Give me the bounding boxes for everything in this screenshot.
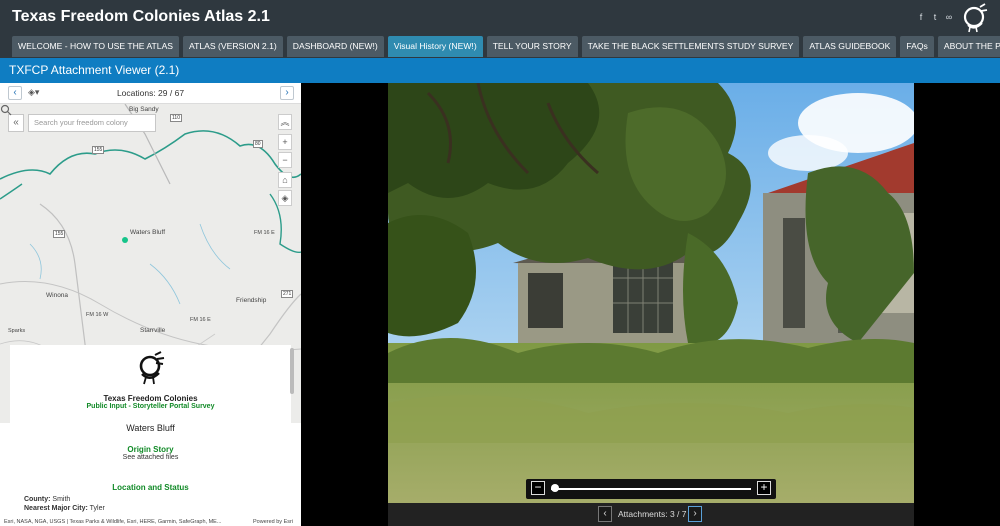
location-info-card: Texas Freedom Colonies Public Input - St… (10, 345, 291, 515)
tab-about[interactable]: ABOUT THE PROJECT (937, 36, 1000, 57)
photo-zoom-in-button[interactable]: + (757, 481, 771, 495)
link-icon[interactable]: ∞ (944, 12, 954, 22)
search-input[interactable]: Search your freedom colony (28, 114, 156, 132)
app-title: Texas Freedom Colonies Atlas 2.1 (12, 8, 270, 25)
zoom-in-button[interactable]: + (278, 134, 292, 150)
map-label-friendship: Friendship (236, 297, 267, 304)
basemap-layers-icon[interactable]: ◈ (278, 190, 292, 206)
tab-visual-history[interactable]: Visual History (NEW!) (387, 36, 483, 57)
attachment-nav: ‹ Attachments: 3 / 7 › (388, 503, 914, 526)
map-label-waters-bluff: Waters Bluff (130, 229, 166, 236)
county-row: County: Smith (10, 496, 291, 503)
sankofa-logo-icon (139, 351, 164, 385)
layers-dropdown-icon[interactable]: ◈▾ (28, 87, 39, 98)
next-location-button[interactable]: › (280, 86, 294, 100)
survey-name: Public Input - Storyteller Portal Survey (86, 403, 215, 410)
attachment-count: Attachments: 3 / 7 (618, 509, 687, 519)
origin-story-text: See attached files (122, 454, 179, 461)
map-label-sparks: Sparks (8, 328, 26, 334)
powered-by-esri[interactable]: Powered by Esri (253, 519, 293, 525)
home-icon[interactable]: ⌂ (278, 172, 292, 188)
photo-zoom-control: − + (526, 479, 776, 499)
collapse-panel-icon[interactable]: « (8, 114, 24, 132)
highway-155-shield-2: 155 (53, 230, 66, 238)
origin-story-heading: Origin Story (127, 445, 174, 454)
map-label-fm-16e: FM 16 E (254, 230, 275, 236)
attachment-photo[interactable] (388, 83, 914, 503)
location-status-heading: Location and Status (112, 483, 189, 492)
photo-zoom-out-button[interactable]: − (531, 481, 545, 495)
tab-guidebook[interactable]: ATLAS GUIDEBOOK (803, 36, 897, 57)
map-attribution: Esri, NASA, NGA, USGS | Texas Parks & Wi… (4, 519, 222, 525)
map-label-big-sandy: Big Sandy (129, 106, 159, 113)
city-label: Nearest Major City: (24, 505, 88, 512)
main-nav-tabs: WELCOME - HOW TO USE THE ATLAS ATLAS (VE… (12, 36, 1000, 57)
viewer-title: TXFCP Attachment Viewer (2.1) (9, 63, 180, 77)
highway-80-shield: 80 (253, 140, 263, 148)
viewer-header: TXFCP Attachment Viewer (2.1) (0, 58, 1000, 83)
zoom-slider-track[interactable] (551, 488, 751, 490)
zoom-out-button[interactable]: − (278, 152, 292, 168)
county-value: Smith (52, 496, 71, 503)
place-name: Waters Bluff (126, 423, 175, 433)
tab-faqs[interactable]: FAQs (900, 36, 934, 57)
org-name: Texas Freedom Colonies (103, 394, 198, 403)
collapse-up-icon[interactable]: ︽ (278, 114, 292, 130)
highway-271-shield: 271 (281, 290, 294, 298)
tab-welcome[interactable]: WELCOME - HOW TO USE THE ATLAS (12, 36, 180, 57)
twitter-icon[interactable]: t (930, 12, 940, 22)
info-scrollbar[interactable] (290, 348, 294, 394)
location-nav: Locations: 29 / 67 ‹ ◈▾ › (0, 83, 301, 104)
map-label-fm-16e-2: FM 16 E (190, 317, 211, 323)
prev-location-button[interactable]: ‹ (8, 86, 22, 100)
tab-tell-your-story[interactable]: TELL YOUR STORY (486, 36, 578, 57)
zoom-slider-handle[interactable] (551, 484, 559, 492)
tab-survey[interactable]: TAKE THE BLACK SETTLEMENTS STUDY SURVEY (581, 36, 800, 57)
highway-110-shield: 110 (170, 114, 182, 122)
left-panel: Locations: 29 / 67 ‹ ◈▾ › « Search your … (0, 83, 301, 526)
county-label: County: (24, 496, 51, 503)
location-count: Locations: 29 / 67 (116, 88, 185, 98)
search-icon[interactable] (0, 104, 12, 116)
sankofa-logo (963, 3, 988, 33)
map-label-fm-16w: FM 16 W (86, 312, 109, 318)
city-value: Tyler (89, 505, 105, 512)
map-label-winona: Winona (46, 292, 69, 299)
next-attachment-button[interactable]: › (688, 506, 702, 522)
highway-155-shield: 155 (92, 146, 105, 154)
map-label-starrville: Starrville (140, 327, 166, 334)
tab-dashboard[interactable]: DASHBOARD (NEW!) (286, 36, 384, 57)
tab-atlas[interactable]: ATLAS (VERSION 2.1) (183, 36, 283, 57)
city-row: Nearest Major City: Tyler (10, 505, 291, 512)
app-header: Texas Freedom Colonies Atlas 2.1 f t ∞ W… (0, 0, 1000, 60)
attachment-stage: − + ‹ Attachments: 3 / 7 › (301, 83, 1000, 526)
social-links: f t ∞ (916, 12, 954, 22)
location-marker[interactable] (122, 237, 128, 243)
facebook-icon[interactable]: f (916, 12, 926, 22)
prev-attachment-button[interactable]: ‹ (598, 506, 612, 522)
